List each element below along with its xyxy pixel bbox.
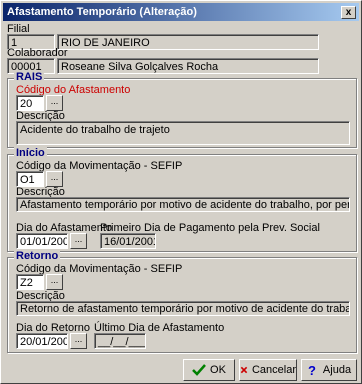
rais-codigo-input[interactable]: 20 xyxy=(16,95,44,111)
cancel-button-label: Cancelar xyxy=(251,364,296,376)
close-button[interactable]: x xyxy=(341,6,356,19)
inicio-dia-input[interactable]: 01/01/2001 xyxy=(16,233,68,249)
window-title: Afastamento Temporário (Alteração) xyxy=(7,6,197,18)
filial-name-field: RIO DE JANEIRO xyxy=(57,34,319,50)
cancel-button[interactable]: Cancelar xyxy=(239,359,297,381)
title-bar[interactable]: Afastamento Temporário (Alteração) x xyxy=(3,3,359,21)
cancel-x-icon xyxy=(240,366,248,374)
retorno-group-title: Retorno xyxy=(14,250,61,262)
dialog-window: Afastamento Temporário (Alteração) x Fil… xyxy=(0,0,362,384)
retorno-codigo-lookup-button[interactable]: ... xyxy=(46,274,63,290)
inicio-codigo-lookup-button[interactable]: ... xyxy=(46,171,63,187)
rais-descricao-field: Acidente do trabalho de trajeto xyxy=(16,121,350,145)
rais-codigo-lookup-button[interactable]: ... xyxy=(46,95,63,111)
retorno-codigo-input[interactable]: Z2 xyxy=(16,274,44,290)
inicio-dia-calendar-button[interactable]: ... xyxy=(70,233,87,249)
retorno-ultimo-field: __/__/____ xyxy=(94,333,146,349)
inicio-pagamento-field: 16/01/2001 xyxy=(100,233,156,249)
colaborador-name-field: Roseane Silva Golçalves Rocha xyxy=(57,58,319,74)
retorno-dia-calendar-button[interactable]: ... xyxy=(70,333,87,349)
inicio-codigo-input[interactable]: O1 xyxy=(16,171,44,187)
inicio-descricao-field: Afastamento temporário por motivo de aci… xyxy=(16,197,350,212)
question-icon: ? xyxy=(308,364,316,377)
retorno-group: Retorno Código da Movimentação - SEFIP Z… xyxy=(7,250,357,353)
ok-button-label: OK xyxy=(210,364,226,376)
help-button-label: Ajuda xyxy=(322,364,352,376)
rais-group-title: RAIS xyxy=(14,71,45,83)
help-button[interactable]: ? Ajuda xyxy=(301,359,357,381)
retorno-dia-input[interactable]: 20/01/2001 xyxy=(16,333,68,349)
svg-text:?: ? xyxy=(308,364,316,377)
retorno-descricao-field: Retorno de afastamento temporário por mo… xyxy=(16,301,350,316)
inicio-group-title: Início xyxy=(14,147,47,159)
rais-group: RAIS Código do Afastamento 20 ... Descri… xyxy=(7,71,357,148)
check-icon xyxy=(192,364,206,376)
ok-button[interactable]: OK xyxy=(183,359,235,381)
inicio-group: Início Código da Movimentação - SEFIP O1… xyxy=(7,147,357,252)
